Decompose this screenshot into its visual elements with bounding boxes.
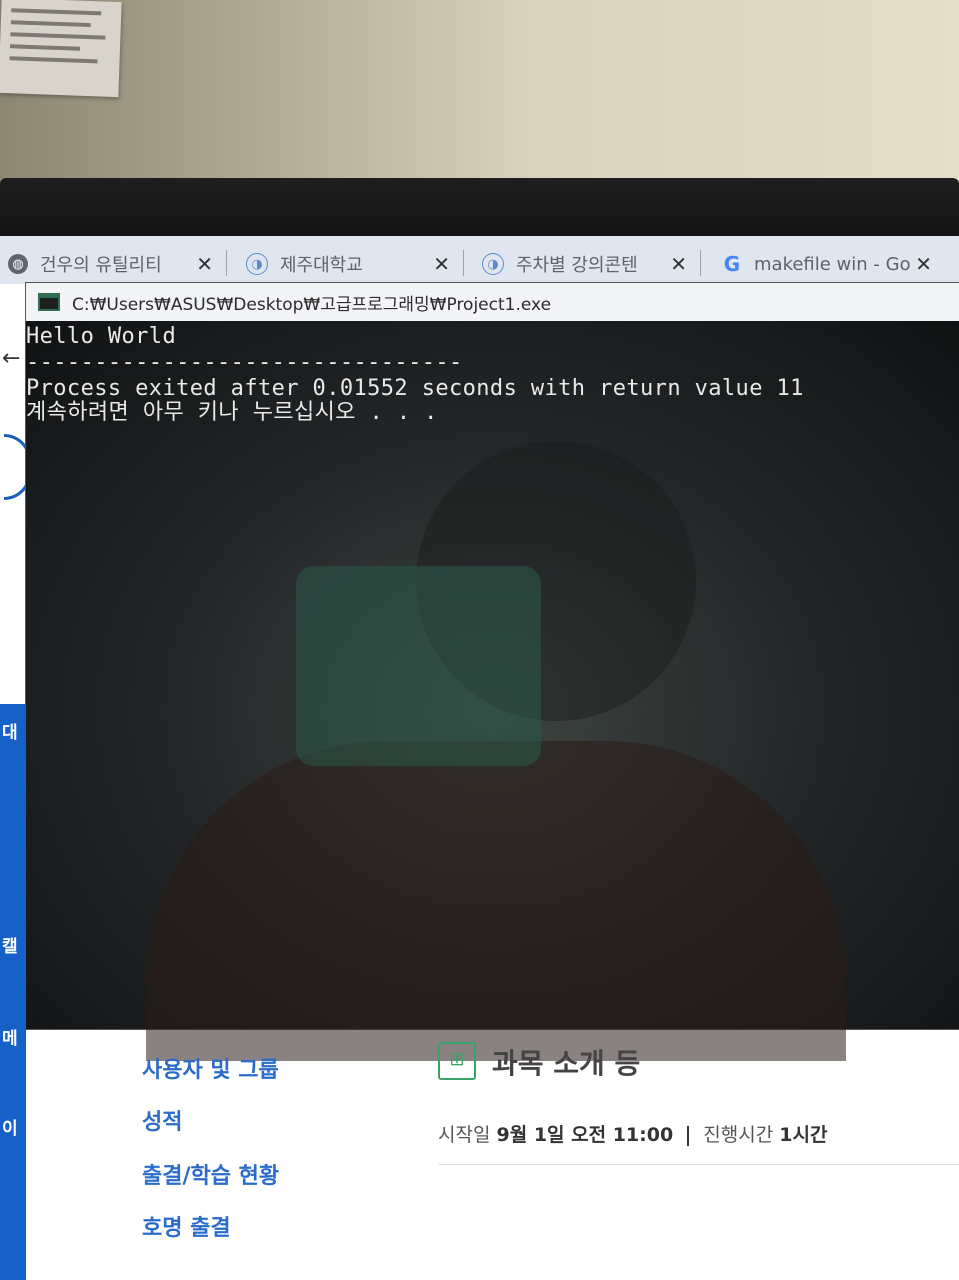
posted-paper [0,0,122,98]
reflection [296,566,541,766]
tab-jeju-university[interactable]: ◑ 제주대학교 ✕ [246,246,464,282]
reflection [146,741,846,1061]
course-meta: 시작일 9월 1일 오전 11:00 진행시간 1시간 [438,1120,827,1147]
close-icon[interactable]: ✕ [433,252,450,276]
tab-separator [700,250,701,276]
tab-label: 주차별 강의콘텐 [516,255,638,276]
laptop-screen: ◍ 건우의 유틸리티 ✕ ◑ 제주대학교 ✕ ◑ 주차별 강의콘텐 ✕ G ma… [0,236,959,1280]
close-icon[interactable]: ✕ [196,252,213,276]
tab-label: 건우의 유틸리티 [40,255,162,276]
start-value: 9월 1일 오전 11:00 [496,1124,674,1146]
sidebar-item-fragment[interactable]: 이 [2,1114,18,1139]
site-icon: ◑ [246,253,268,275]
tab-separator [463,250,464,276]
tab-weekly-lectures[interactable]: ◑ 주차별 강의콘텐 ✕ [482,246,701,282]
console-window[interactable]: C:₩Users₩ASUS₩Desktop₩고급프로그래밍₩Project1.e… [25,282,959,1061]
tab-label: makefile win - Go [754,253,911,275]
background-wall [0,0,959,200]
sidebar-nav: 대 캘 메 이 [0,704,26,1280]
sidebar-item-fragment[interactable]: 캘 [2,932,18,957]
console-app-icon [38,293,60,311]
course-title[interactable]: 과목 소개 등 [492,1042,640,1082]
globe-icon: ◍ [8,254,28,274]
start-label: 시작일 [438,1124,491,1146]
console-line: Hello World [26,324,177,349]
course-icon: ⊞ [438,1042,476,1080]
menu-link-grades[interactable]: 성적 [142,1104,182,1136]
console-output: Hello World ----------------------------… [26,321,959,1061]
menu-link-attendance[interactable]: 출결/학습 현황 [142,1158,279,1190]
site-icon: ◑ [482,253,504,275]
menu-link-roll-call[interactable]: 호명 출결 [142,1210,231,1242]
back-arrow-icon[interactable]: ← [2,346,20,371]
meta-divider [687,1125,690,1146]
console-title-bar[interactable]: C:₩Users₩ASUS₩Desktop₩고급프로그래밍₩Project1.e… [26,283,959,322]
duration-label: 진행시간 [703,1124,774,1146]
divider [438,1164,959,1165]
sidebar-item-fragment[interactable]: 메 [2,1024,18,1049]
sidebar-item-fragment[interactable]: 대 [2,718,18,743]
console-title: C:₩Users₩ASUS₩Desktop₩고급프로그래밍₩Project1.e… [72,294,552,315]
tab-label: 제주대학교 [280,255,363,276]
duration-value: 1시간 [779,1124,828,1146]
tab-utility[interactable]: ◍ 건우의 유틸리티 ✕ [8,246,227,282]
console-line: -------------------------------- [26,350,463,375]
tab-google-search[interactable]: G makefile win - Go ✕ [722,246,932,282]
menu-link-users-groups[interactable]: 사용자 및 그룹 [142,1052,279,1084]
browser-tab-bar: ◍ 건우의 유틸리티 ✕ ◑ 제주대학교 ✕ ◑ 주차별 강의콘텐 ✕ G ma… [0,236,959,285]
google-icon: G [723,252,741,276]
console-line: 계속하려면 아무 키나 누르십시오 . . . [26,400,438,425]
tab-separator [226,250,227,276]
close-icon[interactable]: ✕ [670,252,687,276]
close-icon[interactable]: ✕ [915,252,932,276]
console-line: Process exited after 0.01552 seconds wit… [26,376,804,401]
